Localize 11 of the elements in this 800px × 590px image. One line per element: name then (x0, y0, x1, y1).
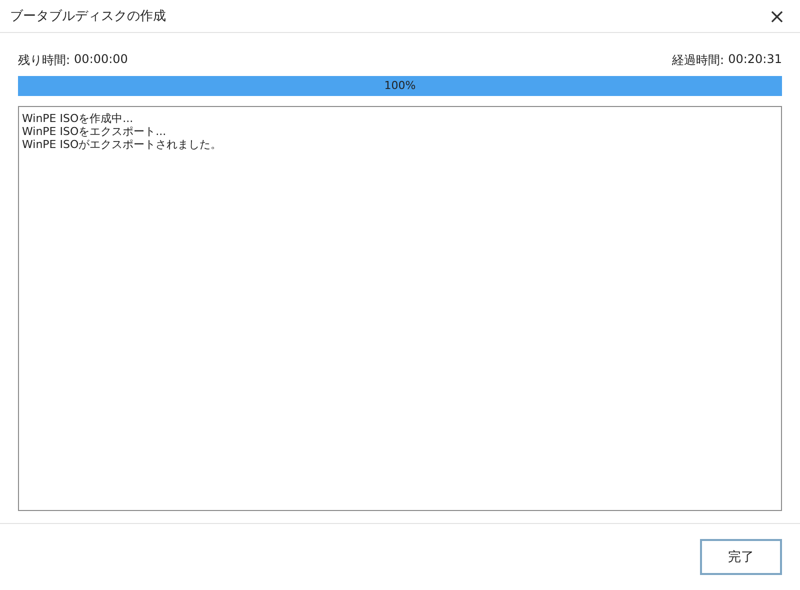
remaining-time-label: 残り時間: (18, 52, 70, 68)
log-line: WinPE ISOを作成中... (22, 112, 134, 125)
elapsed-time-label: 経過時間: (672, 52, 724, 68)
log-line: WinPE ISOがエクスポートされました。 (22, 138, 223, 151)
elapsed-time-value: 00:20:31 (728, 52, 782, 68)
remaining-time-value: 00:00:00 (74, 52, 128, 68)
close-button[interactable]: × (754, 0, 800, 32)
window-title: ブータブルディスクの作成 (10, 8, 166, 25)
finish-button[interactable]: 完了 (700, 539, 782, 575)
progress-percent: 100% (384, 79, 416, 92)
log-line: WinPE ISOをエクスポート... (22, 125, 168, 138)
